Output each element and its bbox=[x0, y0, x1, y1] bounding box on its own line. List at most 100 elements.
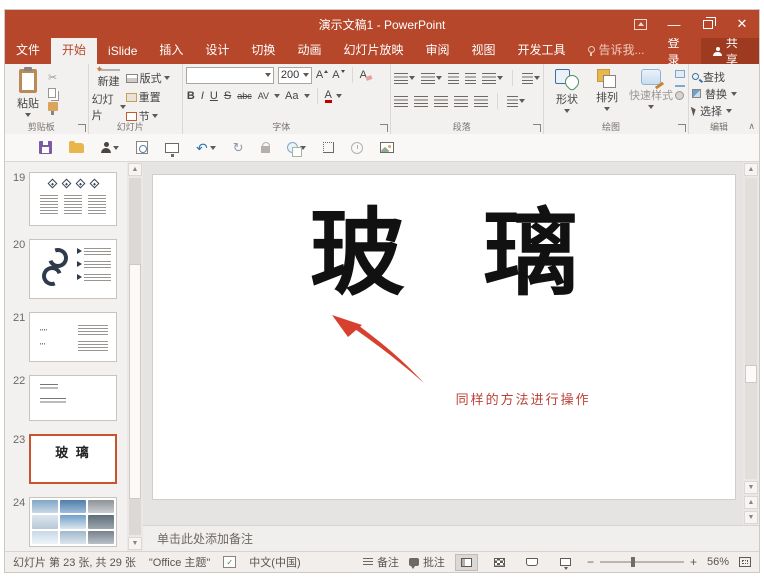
thumbnail-slide-20[interactable]: 20 bbox=[5, 239, 127, 299]
tab-insert[interactable]: 插入 bbox=[148, 36, 194, 64]
spellcheck-icon[interactable]: ✓ bbox=[223, 556, 236, 568]
shadow-strike-button[interactable]: S bbox=[223, 90, 232, 102]
insert-picture-button[interactable] bbox=[380, 142, 394, 153]
tab-design[interactable]: 设计 bbox=[194, 36, 240, 64]
underline-button[interactable]: U bbox=[209, 90, 219, 102]
minimize-button[interactable]: — bbox=[657, 10, 691, 38]
clear-formatting-button[interactable]: A bbox=[360, 69, 367, 81]
replace-button[interactable]: 替换 bbox=[692, 86, 756, 101]
character-spacing-button[interactable]: AV bbox=[257, 91, 270, 101]
scrollbar-thumb[interactable] bbox=[129, 264, 141, 500]
tab-developer[interactable]: 开发工具 bbox=[507, 36, 577, 64]
cut-icon[interactable]: ✂ bbox=[48, 71, 58, 84]
tab-review[interactable]: 审阅 bbox=[414, 36, 460, 64]
shape-effects-button[interactable] bbox=[675, 91, 684, 100]
clipboard-dialog-launcher[interactable] bbox=[78, 124, 86, 132]
copy-icon[interactable] bbox=[48, 88, 56, 98]
thumbnail-slide-19[interactable]: 19 bbox=[5, 172, 127, 226]
save-button[interactable] bbox=[39, 141, 52, 154]
drawing-dialog-launcher[interactable] bbox=[678, 124, 686, 132]
format-painter-icon[interactable] bbox=[48, 102, 58, 111]
print-preview-button[interactable] bbox=[136, 141, 148, 154]
shape-fill-button[interactable] bbox=[675, 70, 685, 78]
numbering-button[interactable] bbox=[421, 73, 442, 84]
change-case-button[interactable]: Aa bbox=[284, 90, 299, 102]
tab-slideshow[interactable]: 幻灯片放映 bbox=[332, 36, 414, 64]
tell-me-box[interactable]: 告诉我... bbox=[577, 36, 656, 64]
comments-toggle-button[interactable]: 批注 bbox=[409, 554, 445, 570]
restore-button[interactable] bbox=[691, 10, 725, 38]
layout-button[interactable]: 版式 bbox=[126, 70, 170, 86]
notes-toggle-button[interactable]: 备注 bbox=[363, 554, 399, 570]
columns-button[interactable] bbox=[474, 96, 488, 107]
paste-button[interactable]: 粘贴 bbox=[8, 67, 48, 121]
zoom-out-button[interactable]: − bbox=[587, 555, 594, 569]
fit-to-window-button[interactable] bbox=[739, 557, 751, 567]
arrange-button[interactable]: 排列 bbox=[587, 67, 627, 121]
strikethrough-button[interactable]: abc bbox=[236, 91, 253, 101]
slideshow-view-button[interactable] bbox=[554, 554, 577, 571]
next-slide-button[interactable]: ▼ bbox=[744, 511, 758, 524]
reading-view-button[interactable] bbox=[521, 554, 544, 571]
collapse-ribbon-button[interactable]: ∧ bbox=[748, 121, 755, 132]
font-dialog-launcher[interactable] bbox=[380, 124, 388, 132]
crop-button[interactable] bbox=[323, 142, 334, 153]
tab-transitions[interactable]: 切换 bbox=[240, 36, 286, 64]
start-slideshow-button[interactable] bbox=[165, 143, 179, 153]
tab-file[interactable]: 文件 bbox=[5, 36, 51, 64]
scrollbar-thumb[interactable] bbox=[745, 365, 757, 383]
scrollbar-track[interactable] bbox=[129, 178, 141, 535]
slide-canvas[interactable]: 玻 璃 同样的方法进行操作 bbox=[153, 175, 735, 499]
quick-styles-button[interactable]: 快速样式 bbox=[627, 67, 675, 121]
open-button[interactable] bbox=[69, 143, 84, 153]
theme-name[interactable]: "Office 主题" bbox=[149, 554, 210, 570]
align-center-button[interactable] bbox=[414, 96, 428, 107]
zoom-slider[interactable] bbox=[600, 561, 684, 563]
justify-button[interactable] bbox=[454, 96, 468, 107]
history-button[interactable] bbox=[351, 142, 363, 154]
thumbnail-scrollbar[interactable]: ▲ ▼ bbox=[127, 162, 143, 551]
font-name-combo[interactable] bbox=[186, 67, 274, 84]
find-button[interactable]: 查找 bbox=[692, 69, 756, 84]
font-size-combo[interactable]: 200 bbox=[278, 67, 312, 84]
scroll-down-button[interactable]: ▼ bbox=[128, 537, 142, 550]
tab-islide[interactable]: iSlide bbox=[97, 39, 148, 64]
sign-in-button[interactable]: 登录 bbox=[656, 38, 701, 64]
close-button[interactable]: ✕ bbox=[725, 10, 759, 38]
slide-annotation-text[interactable]: 同样的方法进行操作 bbox=[456, 389, 591, 408]
language-indicator[interactable]: 中文(中国) bbox=[249, 554, 300, 570]
presenter-view-button[interactable] bbox=[101, 142, 119, 153]
tab-home[interactable]: 开始 bbox=[51, 36, 97, 64]
shrink-font-button[interactable]: A bbox=[332, 69, 344, 81]
shape-outline-button[interactable] bbox=[675, 85, 685, 87]
thumbnail-slide-23-selected[interactable]: 23 玻 璃 bbox=[5, 434, 127, 484]
slide-title-text[interactable]: 玻 璃 bbox=[153, 177, 735, 314]
thumbnail-slide-24[interactable]: 24 bbox=[5, 497, 127, 547]
scroll-down-button[interactable]: ▼ bbox=[744, 481, 758, 494]
reset-button[interactable]: 重置 bbox=[126, 89, 170, 105]
zoom-percentage[interactable]: 56% bbox=[707, 556, 729, 568]
scroll-up-button[interactable]: ▲ bbox=[744, 163, 758, 176]
align-right-button[interactable] bbox=[434, 96, 448, 107]
italic-button[interactable]: I bbox=[200, 90, 205, 102]
zoom-in-button[interactable]: + bbox=[690, 555, 697, 569]
tab-animations[interactable]: 动画 bbox=[286, 36, 332, 64]
zoom-slider-thumb[interactable] bbox=[631, 557, 635, 567]
align-left-button[interactable] bbox=[394, 96, 408, 107]
normal-view-button[interactable] bbox=[455, 554, 478, 571]
new-slide-button[interactable]: 新建 幻灯片 bbox=[92, 67, 126, 121]
convert-smartart-button[interactable] bbox=[507, 96, 525, 107]
decrease-indent-button[interactable] bbox=[448, 73, 459, 84]
share-button[interactable]: 共享 bbox=[701, 38, 759, 64]
thumbnail-slide-22[interactable]: 22 bbox=[5, 375, 127, 421]
scroll-up-button[interactable]: ▲ bbox=[128, 163, 142, 176]
slide-sorter-view-button[interactable] bbox=[488, 554, 511, 571]
protect-button[interactable] bbox=[261, 142, 270, 153]
ribbon-display-options-button[interactable] bbox=[623, 10, 657, 38]
line-spacing-button[interactable] bbox=[482, 73, 503, 84]
font-color-button[interactable]: A bbox=[325, 90, 332, 103]
select-button[interactable]: 选择 bbox=[692, 103, 756, 118]
undo-button[interactable]: ↶ bbox=[196, 142, 216, 154]
notes-pane[interactable]: 单击此处添加备注 bbox=[143, 525, 759, 551]
slide-scrollbar[interactable]: ▲ ▼ ▲ ▼ bbox=[743, 162, 759, 525]
